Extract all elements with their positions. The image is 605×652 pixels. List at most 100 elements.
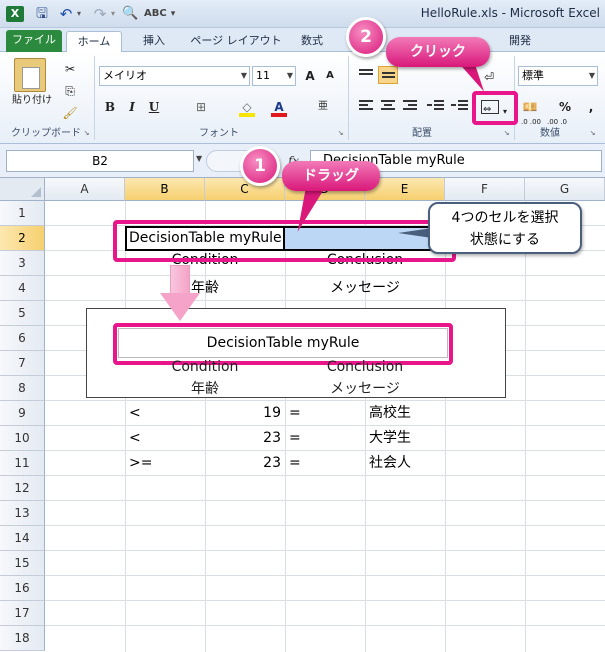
font-launcher-icon[interactable]: ↘ — [336, 129, 345, 138]
alignment-launcher-icon[interactable]: ↘ — [502, 129, 511, 138]
row-header-5[interactable]: 5 — [0, 301, 45, 326]
tab-developer[interactable]: 開発 — [500, 31, 540, 52]
align-left-icon[interactable] — [356, 96, 376, 114]
customize-toolbar-icon[interactable]: ▾ — [168, 6, 178, 22]
result-merged-title: DecisionTable myRule — [118, 328, 448, 358]
row-header-13[interactable]: 13 — [0, 501, 45, 526]
undo-dropdown-icon[interactable]: ▾ — [74, 6, 84, 22]
cell-e10[interactable]: 大学生 — [365, 426, 445, 451]
italic-button[interactable]: I — [122, 96, 142, 118]
top-align-icon[interactable] — [356, 66, 376, 84]
row-header-16[interactable]: 16 — [0, 576, 45, 601]
font-color-button[interactable]: A — [268, 96, 290, 118]
save-icon[interactable]: 🖫 — [34, 6, 50, 22]
select-all-button[interactable] — [0, 178, 45, 201]
fill-color-icon[interactable]: ◇ — [236, 96, 258, 118]
number-launcher-icon[interactable]: ↘ — [588, 129, 597, 138]
cell-d9[interactable]: = — [285, 401, 365, 426]
bold-button[interactable]: B — [100, 96, 120, 118]
grid-line — [45, 500, 605, 501]
column-header-g[interactable]: G — [525, 178, 605, 201]
row-header-4[interactable]: 4 — [0, 276, 45, 301]
print-preview-icon[interactable]: 🔍 — [122, 6, 138, 22]
paste-icon[interactable] — [14, 58, 46, 92]
cell-d4[interactable]: メッセージ — [285, 276, 445, 301]
increase-indent-icon[interactable] — [450, 96, 470, 114]
row-header-10[interactable]: 10 — [0, 426, 45, 451]
paste-button-label[interactable]: 貼り付け — [10, 94, 54, 116]
format-painter-icon[interactable]: 🖌 — [60, 102, 80, 124]
font-name-combo[interactable]: メイリオ ▼ — [99, 66, 250, 86]
tab-formulas[interactable]: 数式 — [292, 31, 332, 52]
clipboard-launcher-icon[interactable]: ↘ — [82, 129, 91, 138]
align-center-icon[interactable] — [378, 96, 398, 114]
tab-page-layout[interactable]: ページ レイアウト — [186, 31, 286, 52]
row-header-11[interactable]: 11 — [0, 451, 45, 476]
row-header-1[interactable]: 1 — [0, 201, 45, 226]
decrease-indent-icon[interactable] — [426, 96, 446, 114]
comma-style-button[interactable]: , — [582, 96, 600, 118]
row-header-8[interactable]: 8 — [0, 376, 45, 401]
currency-format-icon[interactable]: 💴 — [520, 96, 540, 118]
grid-line — [45, 525, 605, 526]
name-box[interactable]: B2 — [6, 150, 194, 172]
font-size-value: 11 — [256, 69, 270, 82]
grow-font-button[interactable]: A — [300, 65, 320, 87]
down-arrow-icon — [160, 265, 200, 323]
number-format-value: 標準 — [522, 69, 544, 82]
shrink-font-button[interactable]: A — [320, 65, 340, 87]
cell-b9[interactable]: < — [125, 401, 205, 426]
borders-icon[interactable]: ⊞ — [190, 96, 212, 118]
undo-icon[interactable]: ↶ — [58, 6, 74, 22]
cell-b4[interactable]: 年齢 — [125, 276, 285, 301]
row-header-9[interactable]: 9 — [0, 401, 45, 426]
middle-align-icon[interactable] — [378, 66, 398, 84]
step-2-badge: 2 — [346, 17, 386, 57]
cut-icon[interactable]: ✂ — [60, 58, 80, 80]
chevron-down-icon: ▼ — [240, 71, 247, 80]
cell-e9[interactable]: 高校生 — [365, 401, 445, 426]
tab-home[interactable]: ホーム — [66, 31, 122, 53]
row-header-14[interactable]: 14 — [0, 526, 45, 551]
row-header-6[interactable]: 6 — [0, 326, 45, 351]
font-name-value: メイリオ — [103, 69, 147, 82]
cell-e11[interactable]: 社会人 — [365, 451, 445, 476]
row-header-18[interactable]: 18 — [0, 626, 45, 651]
percent-style-button[interactable]: % — [556, 96, 574, 118]
result-condition-label: Condition — [171, 359, 239, 375]
column-header-a[interactable]: A — [45, 178, 125, 201]
number-format-combo[interactable]: 標準 ▼ — [518, 66, 598, 86]
font-size-combo[interactable]: 11 ▼ — [252, 66, 296, 86]
row-header-3[interactable]: 3 — [0, 251, 45, 276]
cell-d11[interactable]: = — [285, 451, 365, 476]
copy-icon[interactable]: ⎘ — [60, 80, 80, 102]
column-header-b[interactable]: B — [125, 178, 205, 201]
drag-range-highlight — [113, 220, 456, 262]
row-header-12[interactable]: 12 — [0, 476, 45, 501]
tab-file[interactable]: ファイル — [6, 30, 62, 52]
grid-line — [45, 600, 605, 601]
align-right-icon[interactable] — [400, 96, 420, 114]
row-header-7[interactable]: 7 — [0, 351, 45, 376]
phonetic-guide-icon[interactable]: 亜 — [312, 96, 334, 118]
redo-icon[interactable]: ↷ — [92, 6, 108, 22]
row-header-2[interactable]: 2 — [0, 226, 45, 251]
callout-line-1: 4つのセルを選択 — [451, 210, 559, 226]
column-header-c[interactable]: C — [205, 178, 285, 201]
chevron-down-icon[interactable]: ▼ — [196, 154, 202, 163]
spelling-check-icon[interactable]: ABC — [144, 6, 167, 22]
cell-b10[interactable]: < — [125, 426, 205, 451]
row-header-15[interactable]: 15 — [0, 551, 45, 576]
underline-button[interactable]: U — [144, 96, 164, 118]
tab-insert[interactable]: 挿入 — [134, 31, 174, 52]
cell-c10[interactable]: 23 — [205, 426, 285, 451]
redo-dropdown-icon[interactable]: ▾ — [108, 6, 118, 22]
cell-c9[interactable]: 19 — [205, 401, 285, 426]
cell-c11[interactable]: 23 — [205, 451, 285, 476]
row-header-17[interactable]: 17 — [0, 601, 45, 626]
chevron-down-icon: ▼ — [286, 71, 293, 80]
result-conclusion-label: Conclusion — [326, 359, 404, 375]
column-header-f[interactable]: F — [445, 178, 525, 201]
cell-d10[interactable]: = — [285, 426, 365, 451]
cell-b11[interactable]: >= — [125, 451, 205, 476]
